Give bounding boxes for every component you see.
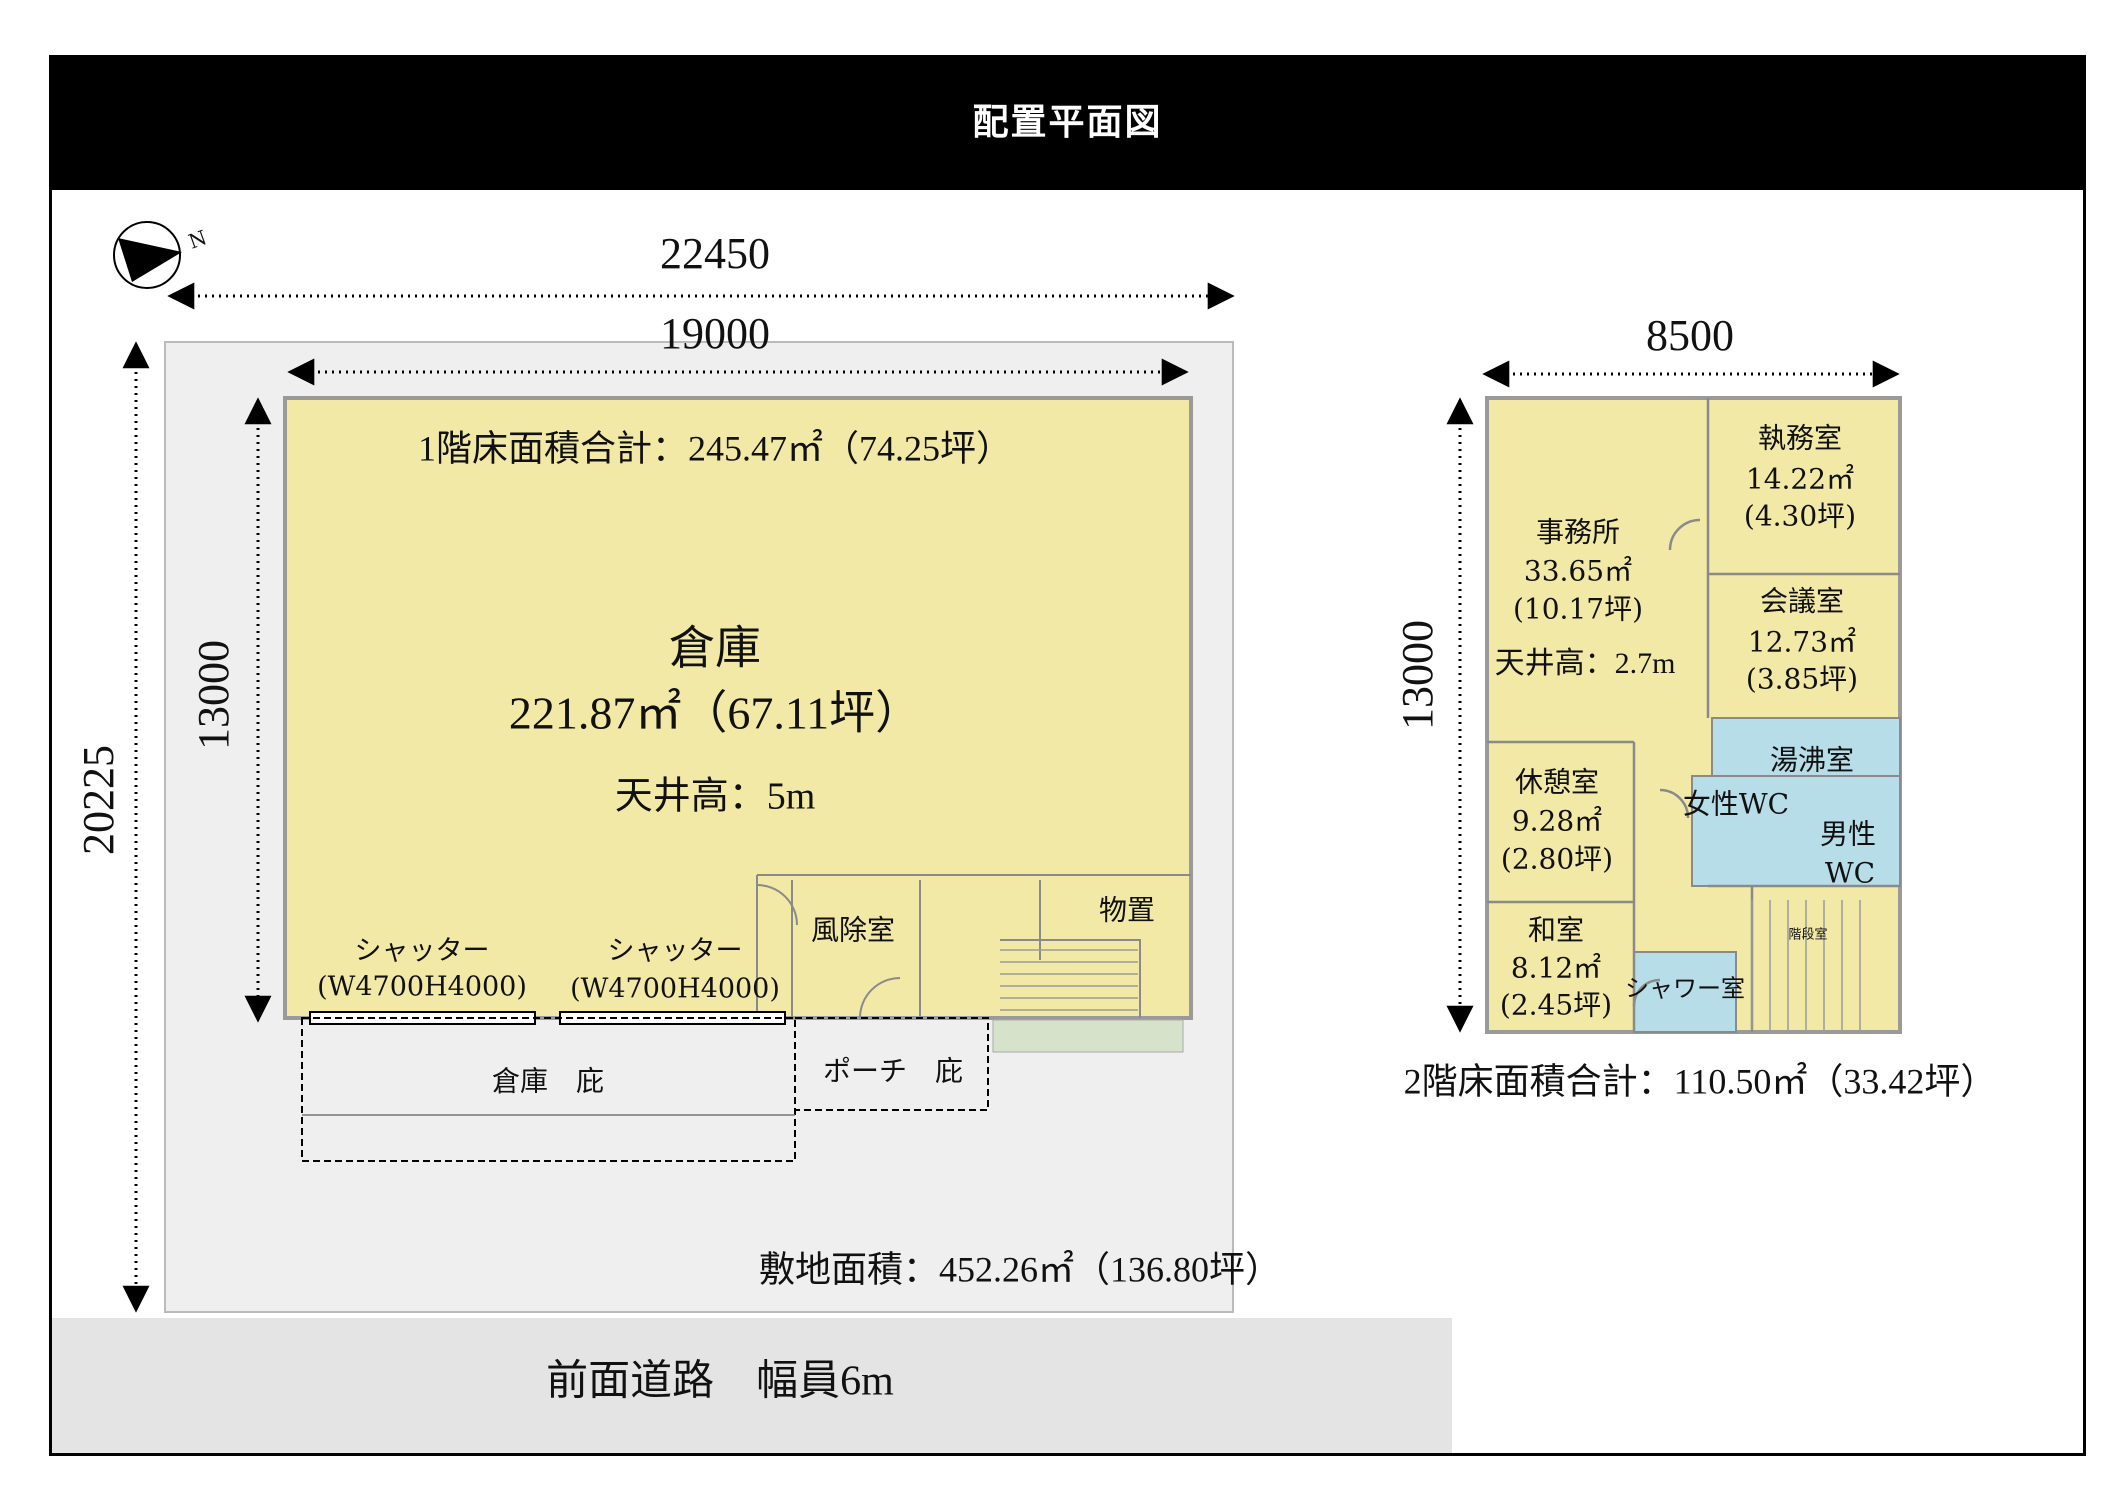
wc-female-label: 女性WC xyxy=(1683,788,1789,821)
shower-label: シャワー室 xyxy=(1625,975,1745,1003)
eave-warehouse-label: 倉庫 庇 xyxy=(492,1065,604,1098)
kitchen-label: 湯沸室 xyxy=(1770,744,1854,777)
compass-label: N xyxy=(185,225,210,254)
dim-depth-total: 20225 xyxy=(74,745,123,855)
office-tsubo: (10.17坪) xyxy=(1513,593,1643,626)
warehouse-name: 倉庫 xyxy=(669,623,761,674)
site-area-label: 敷地面積：452.26㎡（136.80坪） xyxy=(759,1248,1281,1289)
floor1-total-label: 1階床面積合計：245.47㎡（74.25坪） xyxy=(418,427,1012,468)
japanese-name: 和室 xyxy=(1528,914,1584,947)
entrance-strip xyxy=(992,1019,1184,1053)
meeting-tsubo: (3.85坪) xyxy=(1746,663,1858,696)
japanese-tsubo: (2.45坪) xyxy=(1500,989,1612,1022)
site-plan: 前面道路 幅員6m 22450 19000 20225 13000 N 1階床面… xyxy=(52,221,1997,1453)
meeting-name: 会議室 xyxy=(1760,585,1844,618)
dim-building-depth: 13000 xyxy=(189,640,238,750)
rest-tsubo: (2.80坪) xyxy=(1501,843,1613,876)
compass-icon: N xyxy=(113,221,210,289)
shutter2-size: (W4700H4000) xyxy=(570,974,780,1005)
shutter2-name: シャッター xyxy=(608,936,743,967)
warehouse-ceiling: 天井高：5m xyxy=(615,776,816,818)
exec-area: 14.22㎡ xyxy=(1746,463,1854,496)
office-area: 33.65㎡ xyxy=(1524,555,1632,588)
stair-small-label: 階段室 xyxy=(1788,927,1827,943)
storage-label: 物置 xyxy=(1099,894,1155,927)
floor2-dim-width: 8500 xyxy=(1646,311,1734,360)
wc-male-label-1: 男性 xyxy=(1820,818,1876,851)
meeting-area: 12.73㎡ xyxy=(1748,626,1856,659)
dim-building-width: 19000 xyxy=(660,309,770,358)
exec-tsubo: (4.30坪) xyxy=(1744,500,1856,533)
windbreak-label: 風除室 xyxy=(811,914,895,947)
warehouse-area: 221.87㎡（67.11坪） xyxy=(509,688,921,739)
shutter1-size: (W4700H4000) xyxy=(317,972,527,1003)
dim-total-width: 22450 xyxy=(660,229,770,278)
floor2-total-label: 2階床面積合計：110.50㎡（33.42坪） xyxy=(1404,1060,1997,1101)
exec-name: 執務室 xyxy=(1758,422,1842,455)
rest-name: 休憩室 xyxy=(1515,766,1599,799)
floor2-dim-depth: 13000 xyxy=(1393,620,1442,730)
rest-area: 9.28㎡ xyxy=(1512,805,1602,838)
office-name: 事務所 xyxy=(1536,516,1620,549)
japanese-area: 8.12㎡ xyxy=(1511,952,1601,985)
road-label: 前面道路 幅員6m xyxy=(546,1359,894,1405)
eave-porch-label: ポーチ 庇 xyxy=(823,1055,963,1088)
shutter1-name: シャッター xyxy=(355,936,490,967)
wc-male-label-2: WC xyxy=(1825,857,1875,890)
office-ceiling: 天井高：2.7m xyxy=(1495,647,1676,680)
